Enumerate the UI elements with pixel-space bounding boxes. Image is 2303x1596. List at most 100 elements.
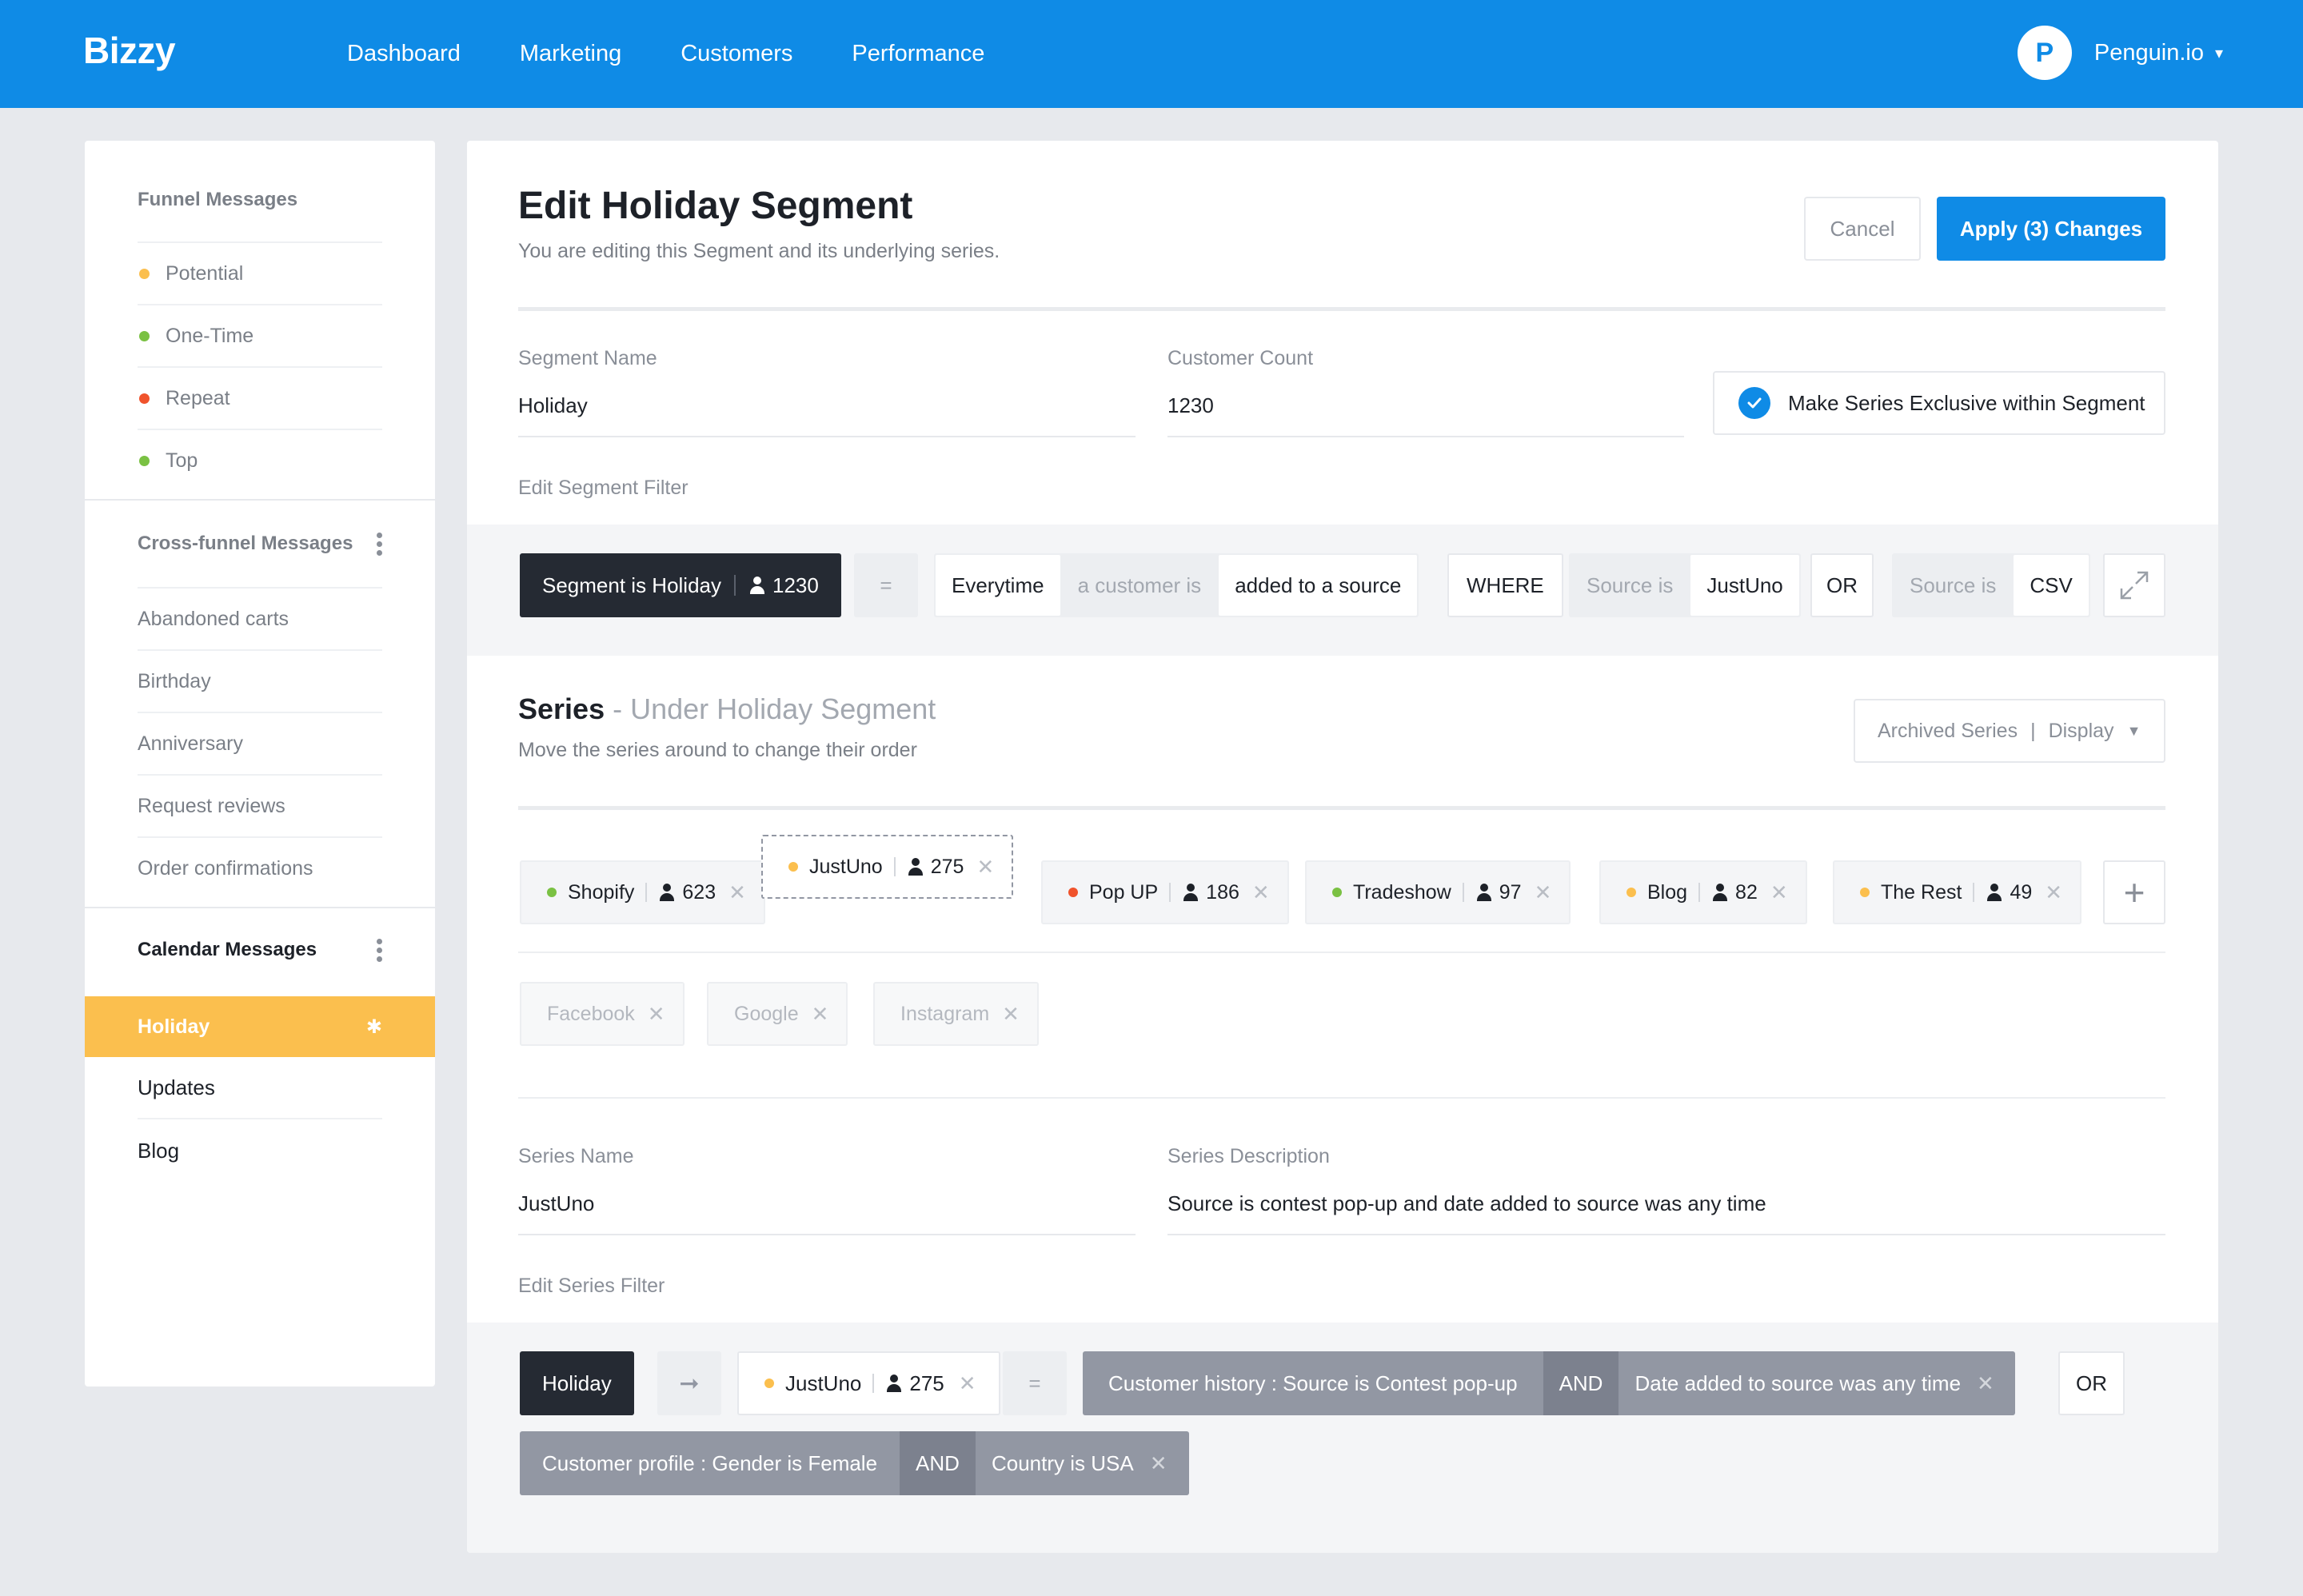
series-tag-pop-up[interactable]: Pop UP 186 ✕ [1041,860,1289,924]
divider [1169,883,1171,902]
holiday-chip[interactable]: Holiday [520,1351,634,1415]
exclusive-checkbox[interactable]: Make Series Exclusive within Segment [1713,371,2165,435]
series-tag-shopify[interactable]: Shopify 623 ✕ [520,860,765,924]
source-is-label: Source is [1587,573,1674,597]
series-tag-justuno[interactable]: JustUno 275 ✕ [761,835,1014,899]
series-tag-tradeshow[interactable]: Tradeshow 97 ✕ [1305,860,1571,924]
added-to-source-value[interactable]: added to a source [1219,555,1418,616]
nav-marketing[interactable]: Marketing [520,41,621,67]
and-operator[interactable]: AND [900,1431,976,1495]
main-nav: Dashboard Marketing Customers Performanc… [347,0,1044,108]
segment-name-field[interactable]: Holiday [518,393,1136,437]
segment-chip-count: 1230 [772,573,819,597]
series-tag-label: The Rest [1881,880,1962,904]
apply-changes-button[interactable]: Apply (3) Changes [1937,197,2165,261]
series-tag-facebook[interactable]: Facebook ✕ [520,982,685,1046]
segment-name-label: Segment Name [518,347,657,369]
close-icon[interactable]: ✕ [1150,1451,1167,1476]
nav-dashboard[interactable]: Dashboard [347,41,461,67]
or-operator[interactable]: OR [2058,1351,2125,1415]
event-condition[interactable]: Everytime a customer is added to a sourc… [934,553,1419,617]
series-chip-justuno[interactable]: JustUno 275 ✕ [737,1351,1000,1415]
sidebar-item-label: Top [166,449,198,472]
series-subtitle: Move the series around to change their o… [518,739,917,761]
close-icon[interactable]: ✕ [1535,880,1552,905]
condition-group-1[interactable]: Customer history : Source is Contest pop… [1083,1351,2015,1415]
sidebar-item-blog[interactable]: Blog [138,1119,382,1182]
divider [1698,883,1701,902]
account-menu[interactable]: P Penguin.io ▾ [2017,26,2223,80]
divider [518,952,2165,953]
sidebar-item-updates[interactable]: Updates [138,1057,382,1119]
sidebar-heading-funnel: Funnel Messages [138,189,298,210]
series-name-field[interactable]: JustUno [518,1191,1136,1235]
sidebar-item-request-reviews[interactable]: Request reviews [138,774,382,836]
close-icon[interactable]: ✕ [648,1002,665,1027]
or-operator[interactable]: OR [1810,553,1874,617]
series-description-field[interactable]: Source is contest pop-up and date added … [1167,1191,2165,1235]
expand-icon[interactable] [2103,553,2165,617]
close-icon[interactable]: ✕ [1002,1002,1020,1027]
status-dot-icon [1332,888,1342,897]
person-icon [1711,884,1729,901]
sidebar-item-abandoned-carts[interactable]: Abandoned carts [138,587,382,649]
source-condition-2[interactable]: Source is CSV [1892,553,2090,617]
nav-customers[interactable]: Customers [681,41,792,67]
source-value[interactable]: CSV [2014,555,2089,616]
sidebar-item-potential[interactable]: Potential [138,241,382,304]
close-icon[interactable]: ✕ [1977,1371,1994,1396]
sidebar-item-label: Anniversary [138,732,243,755]
segment-chip[interactable]: Segment is Holiday 1230 [520,553,841,617]
archived-series-dropdown[interactable]: Archived Series | Display ▼ [1854,699,2165,763]
status-dot-icon [788,862,798,872]
exclusive-checkbox-label: Make Series Exclusive within Segment [1788,390,2145,415]
series-tag-count: 49 [2010,880,2033,904]
sidebar-heading-cross-funnel: Cross-funnel Messages [138,533,353,554]
series-filter-label: Edit Series Filter [518,1275,665,1297]
sidebar-item-order-confirmations[interactable]: Order confirmations [138,836,382,899]
customer-count-field[interactable]: 1230 [1167,393,1684,437]
customer-count-label: Customer Count [1167,347,1314,369]
close-icon[interactable]: ✕ [976,855,994,880]
series-tag-label: Instagram [900,1002,990,1025]
where-operator[interactable]: WHERE [1447,553,1563,617]
sidebar-item-top[interactable]: Top [138,429,382,491]
everytime-value[interactable]: Everytime [936,555,1060,616]
status-dot-icon [1068,888,1078,897]
account-name: Penguin.io [2093,39,2204,66]
series-tag-google[interactable]: Google ✕ [707,982,848,1046]
and-operator[interactable]: AND [1543,1351,1619,1415]
app-logo[interactable]: Bizzy [83,29,176,72]
close-icon[interactable]: ✕ [959,1371,976,1396]
nav-performance[interactable]: Performance [852,41,984,67]
cancel-button[interactable]: Cancel [1804,197,1921,261]
sidebar-item-holiday[interactable]: Holiday ✱ [85,996,435,1057]
sidebar-item-label: Request reviews [138,794,285,817]
close-icon[interactable]: ✕ [2045,880,2062,905]
divider [518,307,2165,311]
sidebar-item-anniversary[interactable]: Anniversary [138,712,382,774]
sidebar-item-one-time[interactable]: One-Time [138,304,382,366]
archived-series-label: Archived Series [1878,719,2018,742]
series-tag-count: 275 [930,855,964,878]
source-value[interactable]: JustUno [1690,555,1799,616]
segment-chip-label: Segment is Holiday [542,573,721,597]
source-condition-1[interactable]: Source is JustUno [1569,553,1801,617]
close-icon[interactable]: ✕ [728,880,746,905]
series-tag-instagram[interactable]: Instagram ✕ [873,982,1039,1046]
close-icon[interactable]: ✕ [1252,880,1270,905]
add-series-button[interactable]: + [2103,860,2165,924]
series-tag-count: 623 [682,880,716,904]
sidebar-item-birthday[interactable]: Birthday [138,649,382,712]
more-vertical-icon[interactable] [376,937,382,964]
gear-icon[interactable]: ✱ [366,1015,382,1039]
close-icon[interactable]: ✕ [1770,880,1788,905]
sidebar-item-repeat[interactable]: Repeat [138,366,382,429]
series-tag-blog[interactable]: Blog 82 ✕ [1599,860,1807,924]
close-icon[interactable]: ✕ [812,1002,829,1027]
series-tag-the-rest[interactable]: The Rest 49 ✕ [1833,860,2082,924]
condition-group-2[interactable]: Customer profile : Gender is Female AND … [520,1431,1190,1495]
person-icon [1475,884,1493,901]
equals-operator: = [854,553,918,617]
more-vertical-icon[interactable] [376,531,382,557]
